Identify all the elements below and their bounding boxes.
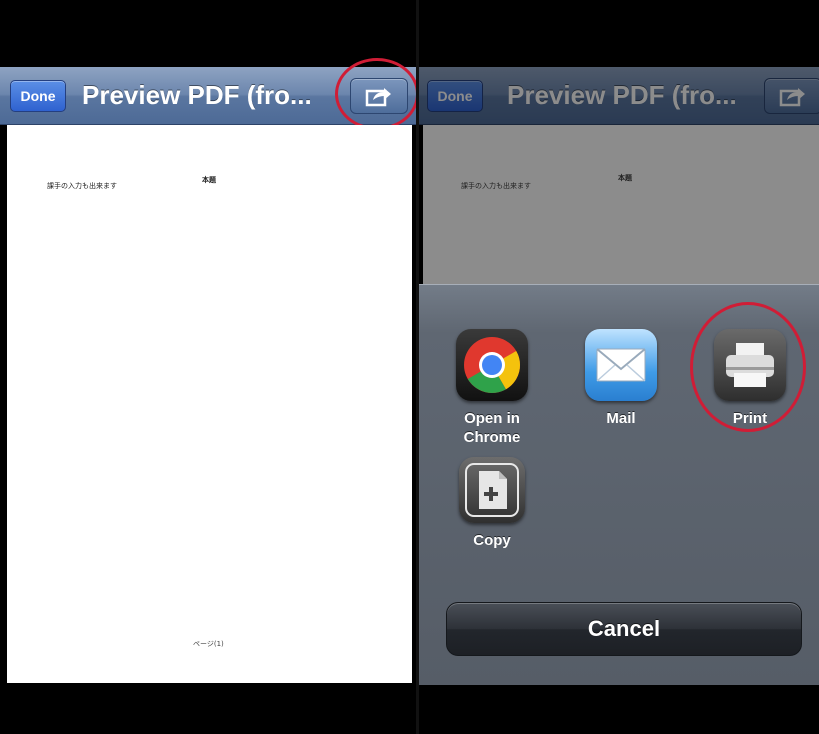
pdf-text-heading: 本題 bbox=[202, 176, 216, 184]
nav-bar-dimmed: Done Preview PDF (fro... bbox=[419, 67, 819, 125]
share-icon bbox=[365, 88, 391, 107]
done-button[interactable]: Done bbox=[10, 80, 66, 112]
copy-action[interactable]: Copy bbox=[447, 457, 537, 550]
action-label: Open in Chrome bbox=[463, 410, 521, 446]
action-label: Print bbox=[732, 410, 768, 427]
print-action[interactable]: Print bbox=[705, 329, 795, 428]
share-button bbox=[764, 78, 819, 114]
chrome-icon bbox=[456, 329, 528, 401]
pdf-text-line: 課手の入力も出来ます bbox=[47, 182, 117, 190]
nav-title: Preview PDF (fro... bbox=[82, 80, 312, 110]
right-screen: Done Preview PDF (fro... 課手の入力も出来ます 本題 O… bbox=[419, 0, 819, 734]
share-icon bbox=[779, 88, 805, 107]
mail-action[interactable]: Mail bbox=[576, 329, 666, 428]
left-screen: Done Preview PDF (fro... 課手の入力も出来ます 本題 ペ… bbox=[0, 0, 416, 734]
share-button[interactable] bbox=[350, 78, 408, 114]
pdf-page-dimmed: 課手の入力も出来ます 本題 bbox=[423, 125, 819, 285]
action-sheet: Open in Chrome Mail Print Copy Cancel bbox=[419, 284, 819, 685]
action-label: Mail bbox=[606, 410, 636, 427]
nav-bar: Done Preview PDF (fro... bbox=[0, 67, 416, 125]
pdf-page: 課手の入力も出来ます 本題 ページ(1) bbox=[7, 125, 412, 683]
pdf-text-heading: 本題 bbox=[618, 174, 632, 182]
printer-icon bbox=[714, 329, 786, 401]
done-button: Done bbox=[427, 80, 483, 112]
action-label: Copy bbox=[473, 532, 511, 549]
copy-icon bbox=[459, 457, 525, 523]
pdf-page-number: ページ(1) bbox=[193, 640, 224, 648]
open-in-chrome-action[interactable]: Open in Chrome bbox=[447, 329, 537, 447]
cancel-button[interactable]: Cancel bbox=[446, 602, 802, 656]
nav-title: Preview PDF (fro... bbox=[507, 80, 737, 110]
pdf-text-line: 課手の入力も出来ます bbox=[461, 182, 531, 190]
mail-icon bbox=[585, 329, 657, 401]
